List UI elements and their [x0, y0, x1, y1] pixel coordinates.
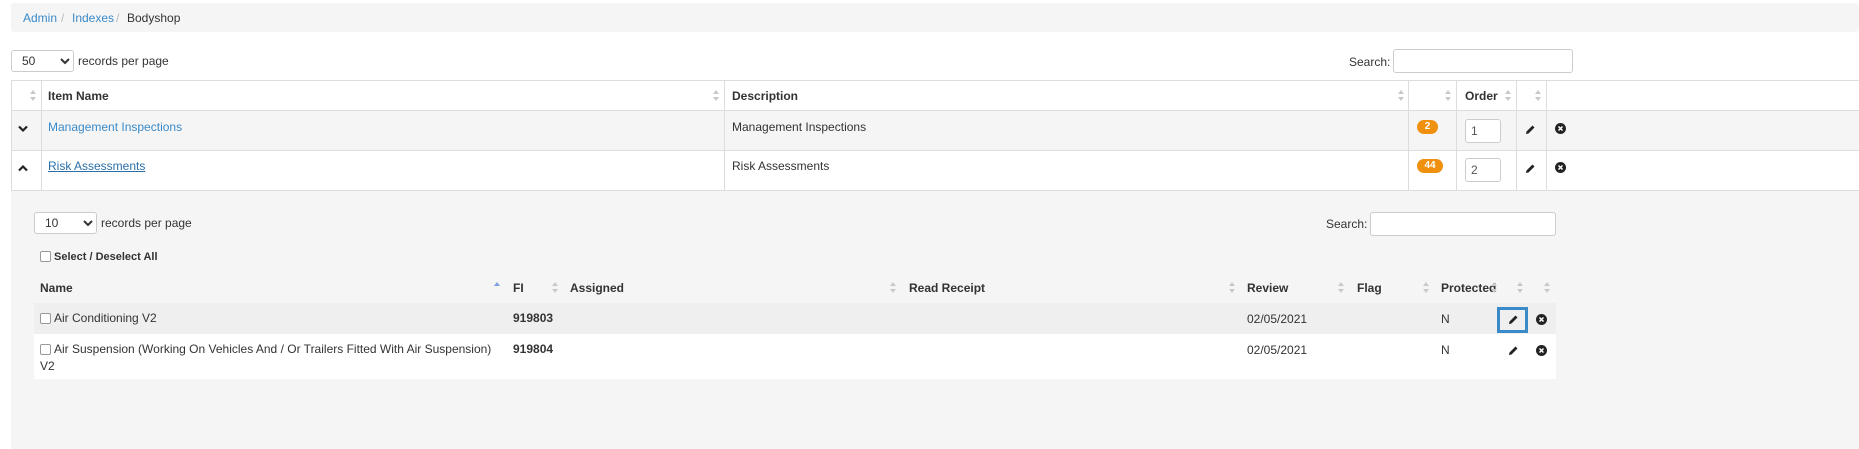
pencil-icon[interactable]: [1525, 124, 1536, 135]
pencil-icon[interactable]: [1508, 345, 1519, 356]
row-review-date: 02/05/2021: [1247, 312, 1308, 326]
sort-icon[interactable]: [1229, 282, 1236, 294]
select-all-checkbox[interactable]: [40, 251, 51, 262]
pencil-icon[interactable]: [1525, 163, 1536, 174]
order-input[interactable]: [1465, 158, 1501, 182]
outer-records-per-page-select[interactable]: 50: [11, 50, 74, 72]
outer-search-label: Search:: [1349, 55, 1391, 69]
order-input[interactable]: [1465, 119, 1501, 143]
column-header-read-receipt[interactable]: Read Receipt: [909, 281, 985, 295]
remove-icon[interactable]: [1555, 162, 1566, 173]
count-badge: 44: [1417, 159, 1443, 173]
row-review-date: 02/05/2021: [1247, 343, 1308, 357]
breadcrumb: Admin / Indexes / Bodyshop: [11, 3, 1859, 32]
row-fi: 919804: [513, 342, 554, 356]
breadcrumb-current: Bodyshop: [127, 11, 181, 25]
sort-icon[interactable]: [30, 90, 37, 102]
column-header-description[interactable]: Description: [732, 89, 798, 103]
column-header-protected[interactable]: Protected: [1441, 281, 1496, 295]
column-header-assigned[interactable]: Assigned: [570, 281, 624, 295]
row-checkbox[interactable]: [40, 313, 51, 324]
sort-icon[interactable]: [1505, 90, 1512, 102]
row-protected: N: [1441, 343, 1450, 357]
remove-icon[interactable]: [1555, 123, 1566, 134]
sort-icon[interactable]: [1423, 282, 1430, 294]
column-header-order[interactable]: Order: [1465, 89, 1498, 103]
sort-icon[interactable]: [713, 90, 720, 102]
inner-search-input[interactable]: [1370, 212, 1556, 236]
column-header-fi[interactable]: FI: [513, 281, 524, 295]
remove-icon[interactable]: [1536, 345, 1547, 356]
breadcrumb-admin-link[interactable]: Admin: [23, 11, 57, 25]
column-header-item-name[interactable]: Item Name: [48, 89, 109, 103]
sort-icon[interactable]: [1338, 282, 1345, 294]
row-checkbox[interactable]: [40, 344, 51, 355]
item-description: Management Inspections: [732, 120, 867, 134]
outer-search-input[interactable]: [1393, 49, 1573, 73]
outer-records-per-page-label: records per page: [78, 54, 169, 68]
row-protected: N: [1441, 312, 1450, 326]
breadcrumb-separator: /: [61, 11, 65, 25]
sort-icon[interactable]: [1491, 282, 1498, 294]
row-name: Air Conditioning V2: [54, 311, 157, 325]
sort-icon[interactable]: [1398, 90, 1405, 102]
sort-icon[interactable]: [890, 282, 897, 294]
sort-icon[interactable]: [1535, 90, 1542, 102]
breadcrumb-indexes-link[interactable]: Indexes: [72, 11, 114, 25]
column-header-review[interactable]: Review: [1247, 281, 1288, 295]
sort-ascending-icon[interactable]: [494, 282, 501, 294]
count-badge: 2: [1417, 120, 1438, 134]
row-fi: 919803: [513, 311, 554, 325]
remove-icon[interactable]: [1536, 314, 1547, 325]
column-header-flag[interactable]: Flag: [1357, 281, 1382, 295]
chevron-up-icon[interactable]: [18, 164, 28, 172]
pencil-icon[interactable]: [1508, 314, 1519, 325]
item-name-link[interactable]: Management Inspections: [48, 120, 182, 134]
sort-icon[interactable]: [552, 282, 559, 294]
table-row: [34, 334, 1556, 379]
column-header-name[interactable]: Name: [40, 281, 73, 295]
row-name-continued: V2: [40, 359, 55, 373]
table-row: [34, 303, 1556, 334]
row-name: Air Suspension (Working On Vehicles And …: [54, 342, 492, 356]
inner-records-per-page-label: records per page: [101, 216, 192, 230]
chevron-down-icon[interactable]: [18, 125, 28, 133]
inner-records-per-page-select[interactable]: 10: [34, 212, 97, 234]
outer-row-2: [12, 151, 1859, 190]
select-all-label: Select / Deselect All: [54, 251, 158, 263]
breadcrumb-separator: /: [116, 11, 120, 25]
sort-icon[interactable]: [1544, 282, 1551, 294]
item-name-link[interactable]: Risk Assessments: [48, 159, 145, 173]
item-description: Risk Assessments: [732, 159, 830, 173]
sort-icon[interactable]: [1517, 282, 1524, 294]
outer-row-1: [12, 111, 1859, 150]
sort-icon[interactable]: [1445, 90, 1452, 102]
inner-search-label: Search:: [1326, 217, 1368, 231]
